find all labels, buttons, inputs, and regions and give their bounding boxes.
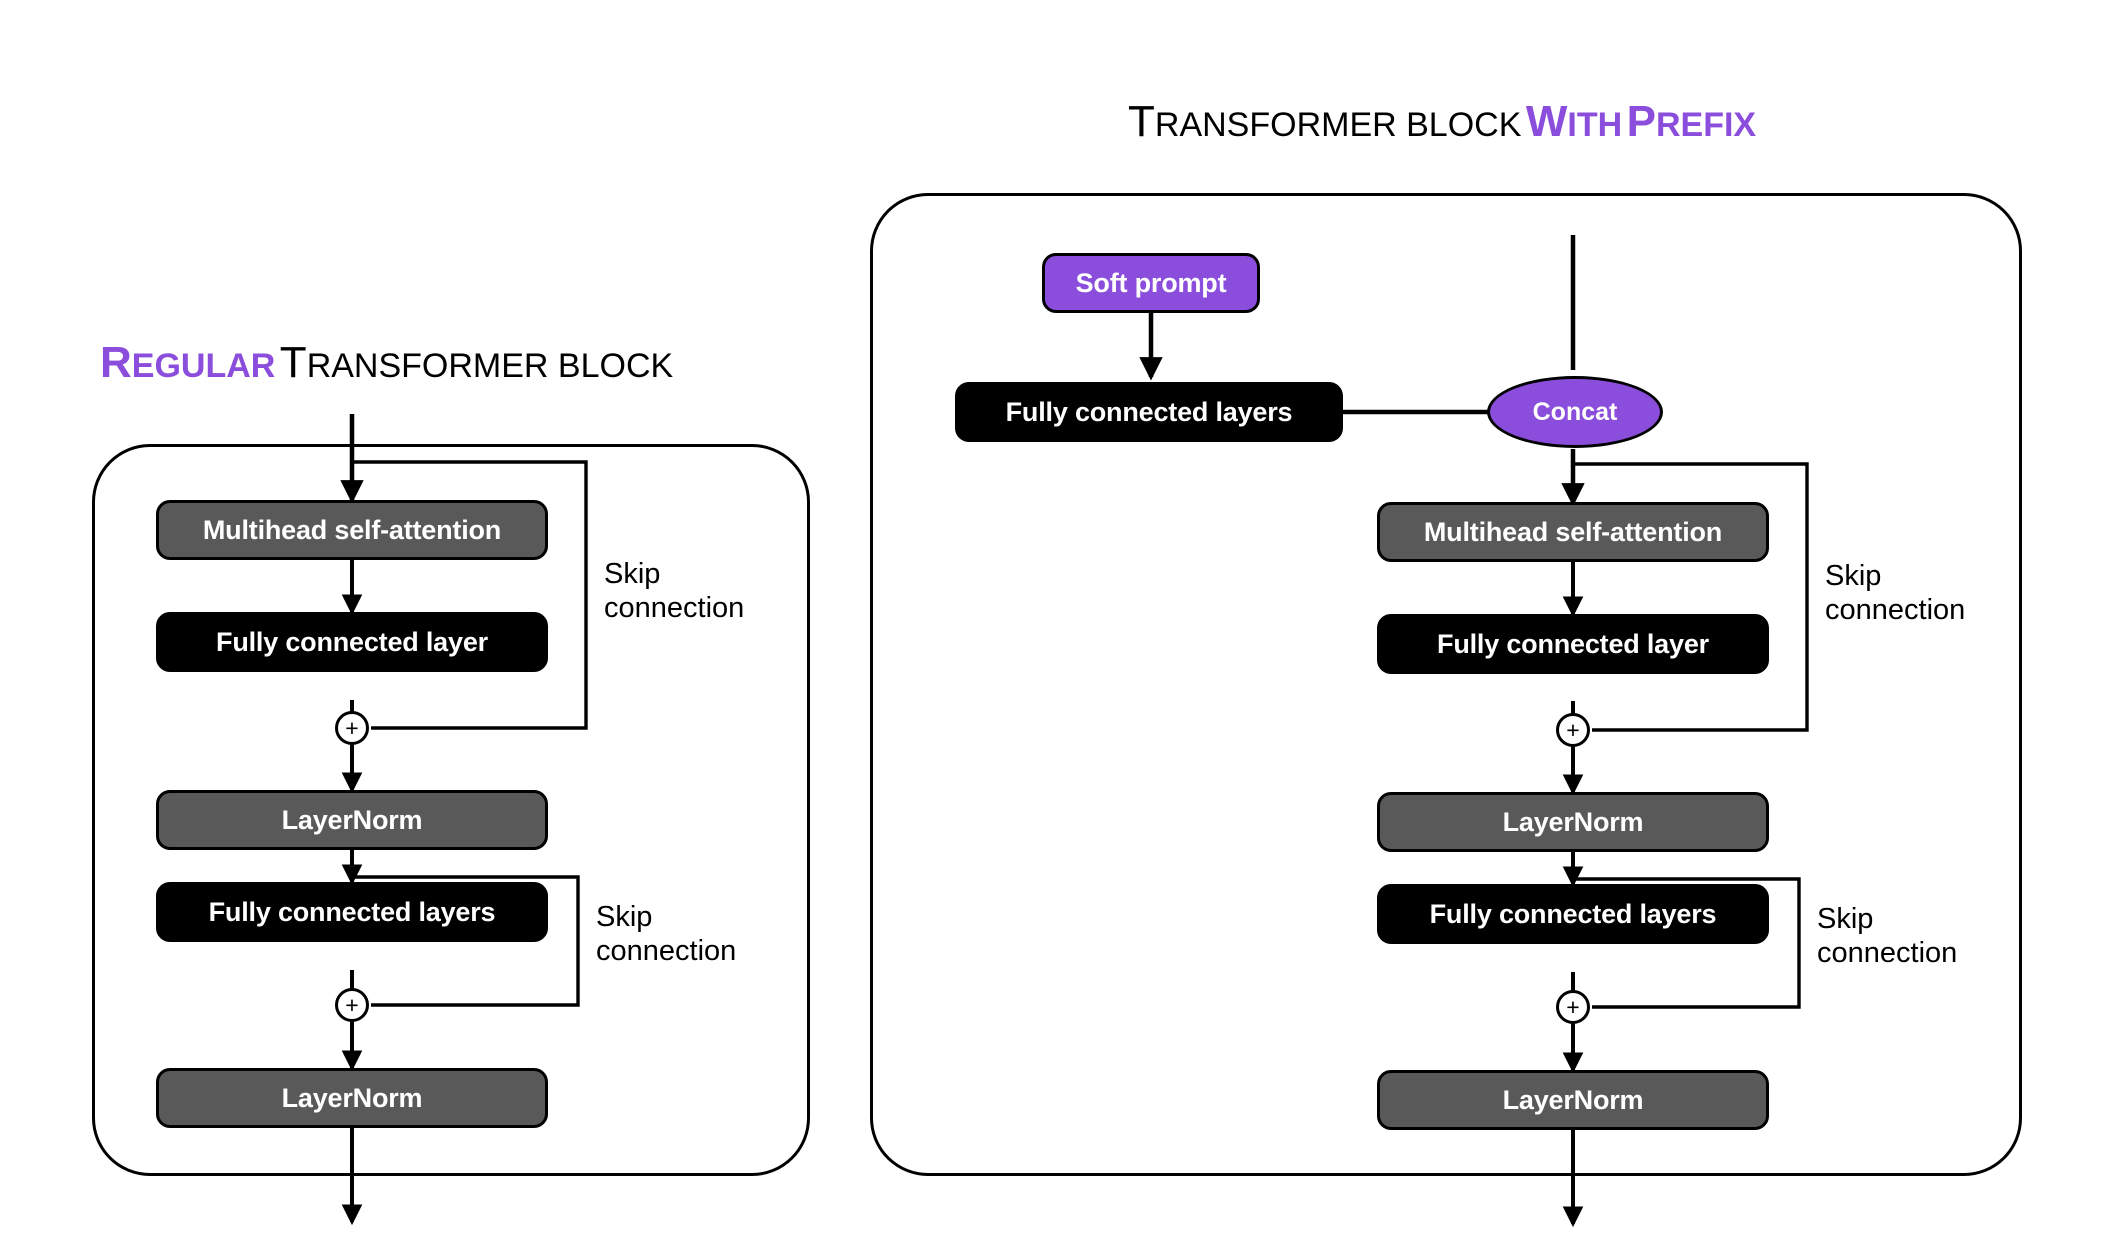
right-node-fully-connected-layers-prefix[interactable]: Fully connected layers (955, 382, 1343, 442)
right-add-node-2[interactable]: + (1556, 990, 1590, 1024)
right-node-concat[interactable]: Concat (1487, 376, 1663, 448)
left-title-part-regular: REGULAR (100, 338, 276, 387)
right-panel-title: TRANSFORMER BLOCK WITH PREFIX (1128, 100, 1756, 144)
left-skip-connection-label-1: Skip connection (604, 558, 745, 625)
left-add-node-2[interactable]: + (335, 988, 369, 1022)
right-title-part-with: WITH (1525, 97, 1623, 146)
left-node-multihead-self-attention[interactable]: Multihead self-attention (156, 500, 548, 560)
right-skip-connection-label-2: Skip connection (1817, 903, 1958, 970)
right-node-layernorm-2[interactable]: LayerNorm (1377, 1070, 1769, 1130)
right-add-node-1[interactable]: + (1556, 713, 1590, 747)
right-skip-connection-label-1: Skip connection (1825, 560, 1966, 627)
right-node-multihead-self-attention[interactable]: Multihead self-attention (1377, 502, 1769, 562)
left-node-layernorm-1[interactable]: LayerNorm (156, 790, 548, 850)
diagram-canvas: REGULAR TRANSFORMER BLOCK Multihead self… (0, 0, 2104, 1242)
left-panel-title: REGULAR TRANSFORMER BLOCK (100, 341, 673, 385)
right-node-soft-prompt[interactable]: Soft prompt (1042, 253, 1260, 313)
left-skip-connection-label-2: Skip connection (596, 901, 737, 968)
right-node-layernorm-1[interactable]: LayerNorm (1377, 792, 1769, 852)
left-add-node-1[interactable]: + (335, 711, 369, 745)
left-node-fully-connected-layers[interactable]: Fully connected layers (156, 882, 548, 942)
left-title-part-transformer: TRANSFORMER BLOCK (279, 338, 674, 387)
right-node-fully-connected-layer[interactable]: Fully connected layer (1377, 614, 1769, 674)
right-title-part-transformer: TRANSFORMER BLOCK (1128, 97, 1522, 146)
right-node-fully-connected-layers[interactable]: Fully connected layers (1377, 884, 1769, 944)
right-title-part-prefix: PREFIX (1626, 97, 1757, 146)
right-block-container (870, 193, 2022, 1176)
left-node-layernorm-2[interactable]: LayerNorm (156, 1068, 548, 1128)
left-node-fully-connected-layer[interactable]: Fully connected layer (156, 612, 548, 672)
